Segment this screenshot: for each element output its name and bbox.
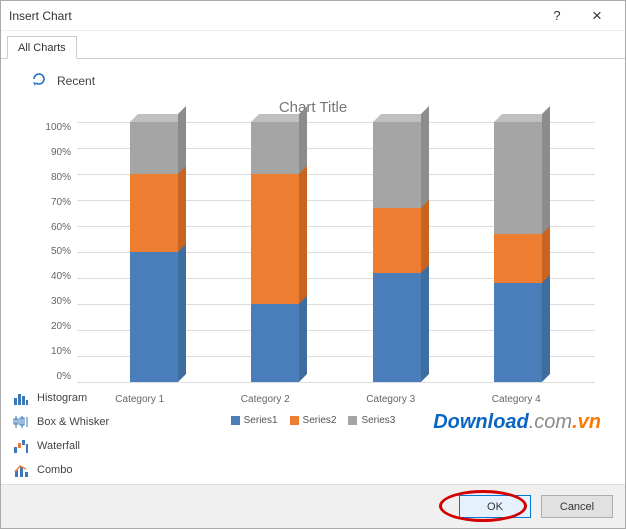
bar-column xyxy=(373,122,421,382)
legend-swatch xyxy=(348,416,357,425)
legend-label: Series3 xyxy=(361,415,395,426)
sidebar-item-label: Box & Whisker xyxy=(37,416,109,428)
plot-area: 100% 90% 80% 70% 60% 50% 40% 30% 20% 10% 0% xyxy=(31,122,595,382)
y-tick-label: 80% xyxy=(51,172,71,183)
legend-swatch xyxy=(231,416,240,425)
bar-segment xyxy=(251,122,299,174)
combo-icon xyxy=(13,462,29,478)
bar-column xyxy=(251,122,299,382)
y-tick-label: 20% xyxy=(51,321,71,332)
tab-all-charts[interactable]: All Charts xyxy=(7,36,77,59)
bar-segment xyxy=(373,122,421,208)
sidebar-item-combo[interactable]: Combo xyxy=(13,462,173,478)
sidebar-list: Histogram Box & Whisker Waterfall Combo xyxy=(13,390,173,478)
grid-line xyxy=(77,382,595,383)
y-tick-label: 30% xyxy=(51,296,71,307)
insert-chart-dialog: Insert Chart ? × All Charts Recent Chart… xyxy=(0,0,626,529)
bar-segment xyxy=(251,174,299,304)
bar-segment xyxy=(130,174,178,252)
y-tick-label: 100% xyxy=(45,122,71,133)
bar-segment xyxy=(130,122,178,174)
bar-segment xyxy=(494,283,542,382)
x-tick-label: Category 2 xyxy=(241,394,290,405)
sidebar-item-histogram[interactable]: Histogram xyxy=(13,390,173,406)
histogram-icon xyxy=(13,390,29,406)
waterfall-icon xyxy=(13,438,29,454)
legend-label: Series2 xyxy=(303,415,337,426)
x-tick-label: Category 3 xyxy=(366,394,415,405)
legend-swatch xyxy=(290,416,299,425)
ok-button[interactable]: OK xyxy=(459,495,531,518)
bar-segment xyxy=(373,273,421,382)
sidebar-item-recent[interactable]: Recent xyxy=(31,71,95,90)
y-axis: 100% 90% 80% 70% 60% 50% 40% 30% 20% 10% 0% xyxy=(31,122,77,382)
dialog-body: Recent Chart Title 100%90%80%70%60%50%40… xyxy=(1,59,625,484)
sidebar-item-box-whisker[interactable]: Box & Whisker xyxy=(13,414,173,430)
y-tick-label: 60% xyxy=(51,222,71,233)
y-tick-label: 40% xyxy=(51,271,71,282)
sidebar-item-label: Waterfall xyxy=(37,440,80,452)
bar-column xyxy=(130,122,178,382)
bar-segment xyxy=(373,208,421,273)
y-tick-label: 70% xyxy=(51,197,71,208)
y-tick-label: 10% xyxy=(51,346,71,357)
x-tick-label: Category 4 xyxy=(492,394,541,405)
legend-item: Series2 xyxy=(290,415,337,426)
legend-item: Series3 xyxy=(348,415,395,426)
bar-segment xyxy=(130,252,178,382)
box-whisker-icon xyxy=(13,414,29,430)
close-button[interactable]: × xyxy=(577,6,617,26)
legend-item: Series1 xyxy=(231,415,278,426)
bar-segment xyxy=(494,122,542,234)
bar-segment xyxy=(494,234,542,283)
sidebar-item-waterfall[interactable]: Waterfall xyxy=(13,438,173,454)
y-tick-label: 50% xyxy=(51,246,71,257)
y-tick-label: 0% xyxy=(57,371,71,382)
dialog-footer: OK Cancel xyxy=(1,484,625,528)
sidebar-item-label: Combo xyxy=(37,464,72,476)
tabs-row: All Charts xyxy=(1,31,625,59)
bars-row xyxy=(77,122,595,382)
bar-column xyxy=(494,122,542,382)
dialog-title: Insert Chart xyxy=(9,9,72,23)
cancel-button[interactable]: Cancel xyxy=(541,495,613,518)
sidebar-item-label: Recent xyxy=(57,74,95,88)
recent-icon xyxy=(31,71,47,90)
legend-label: Series1 xyxy=(244,415,278,426)
titlebar: Insert Chart ? × xyxy=(1,1,625,31)
bar-segment xyxy=(251,304,299,382)
sidebar-item-label: Histogram xyxy=(37,392,87,404)
plot xyxy=(77,122,595,382)
y-tick-label: 90% xyxy=(51,147,71,158)
help-button[interactable]: ? xyxy=(537,8,577,23)
